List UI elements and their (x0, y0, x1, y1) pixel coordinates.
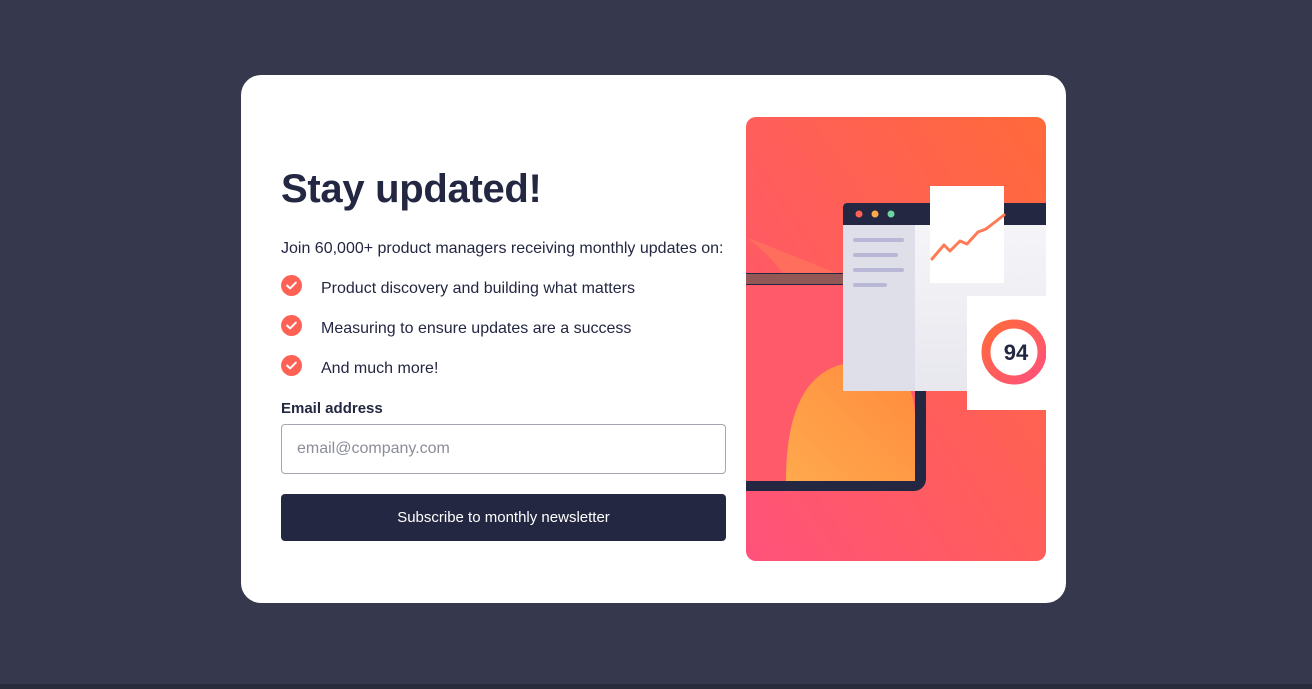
feature-text: And much more! (321, 360, 439, 377)
newsletter-card: Stay updated! Join 60,000+ product manag… (241, 75, 1066, 603)
check-circle-icon (281, 355, 302, 376)
list-item: Measuring to ensure updates are a succes… (281, 315, 726, 363)
hero-illustration: 94 (746, 117, 1046, 561)
signup-content: Stay updated! Join 60,000+ product manag… (281, 167, 726, 541)
check-circle-icon (281, 315, 302, 336)
feature-list: Product discovery and building what matt… (281, 275, 726, 403)
email-label: Email address (281, 400, 383, 417)
dashboard-illustration: 94 (746, 117, 1046, 561)
check-circle-icon (281, 275, 302, 296)
email-field[interactable] (281, 424, 726, 474)
feature-text: Product discovery and building what matt… (321, 280, 635, 297)
intro-text: Join 60,000+ product managers receiving … (281, 240, 724, 257)
score-label: 94 (1004, 340, 1029, 365)
subscribe-button[interactable]: Subscribe to monthly newsletter (281, 494, 726, 541)
list-item: Product discovery and building what matt… (281, 275, 726, 323)
page-title: Stay updated! (281, 167, 542, 211)
list-item: And much more! (281, 355, 726, 403)
bottom-edge (0, 684, 1312, 689)
feature-text: Measuring to ensure updates are a succes… (321, 320, 632, 337)
